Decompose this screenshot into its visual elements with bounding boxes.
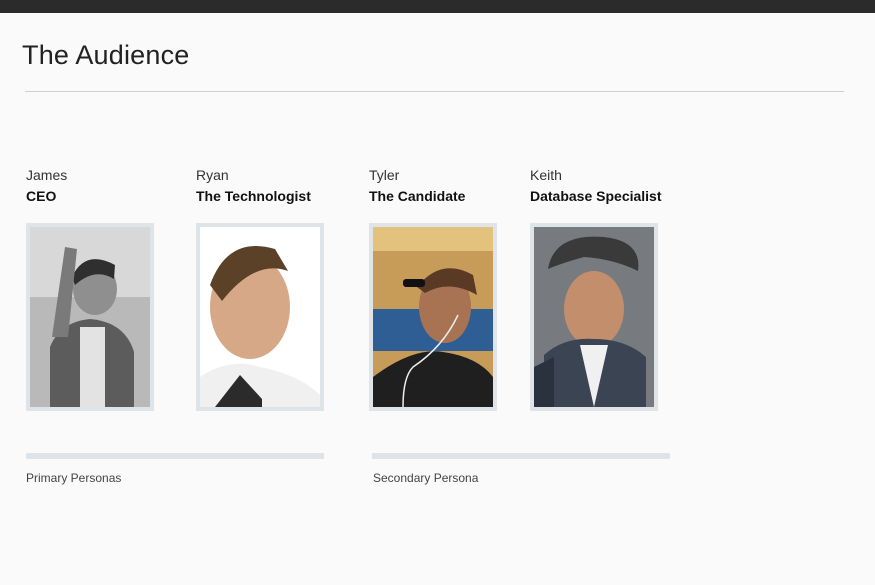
- page-title: The Audience: [22, 40, 190, 70]
- secondary-persona-label: Secondary Persona: [373, 471, 479, 485]
- persona-role: The Candidate: [369, 188, 466, 204]
- persona-photo-james: [26, 223, 154, 411]
- title-divider: [25, 91, 844, 92]
- persona-tyler: Tyler The Candidate: [369, 166, 465, 205]
- secondary-persona-bar: [372, 453, 670, 459]
- primary-personas-bar: [26, 453, 324, 459]
- persona-keith: Keith Database Specialist: [530, 166, 662, 205]
- persona-ryan: Ryan The Technologist: [196, 166, 311, 205]
- persona-role: Database Specialist: [530, 188, 662, 204]
- top-bar: [0, 0, 875, 13]
- persona-role: CEO: [26, 188, 57, 204]
- persona-photo-keith: [530, 223, 658, 411]
- persona-name: James: [26, 167, 68, 183]
- persona-name: Ryan: [196, 167, 229, 183]
- persona-name: Tyler: [369, 167, 400, 183]
- persona-photo-ryan: [196, 223, 324, 411]
- persona-james: James CEO: [26, 166, 67, 205]
- persona-photo-tyler: [369, 223, 497, 411]
- persona-name: Keith: [530, 167, 562, 183]
- persona-role: The Technologist: [196, 188, 311, 204]
- primary-personas-label: Primary Personas: [26, 471, 122, 485]
